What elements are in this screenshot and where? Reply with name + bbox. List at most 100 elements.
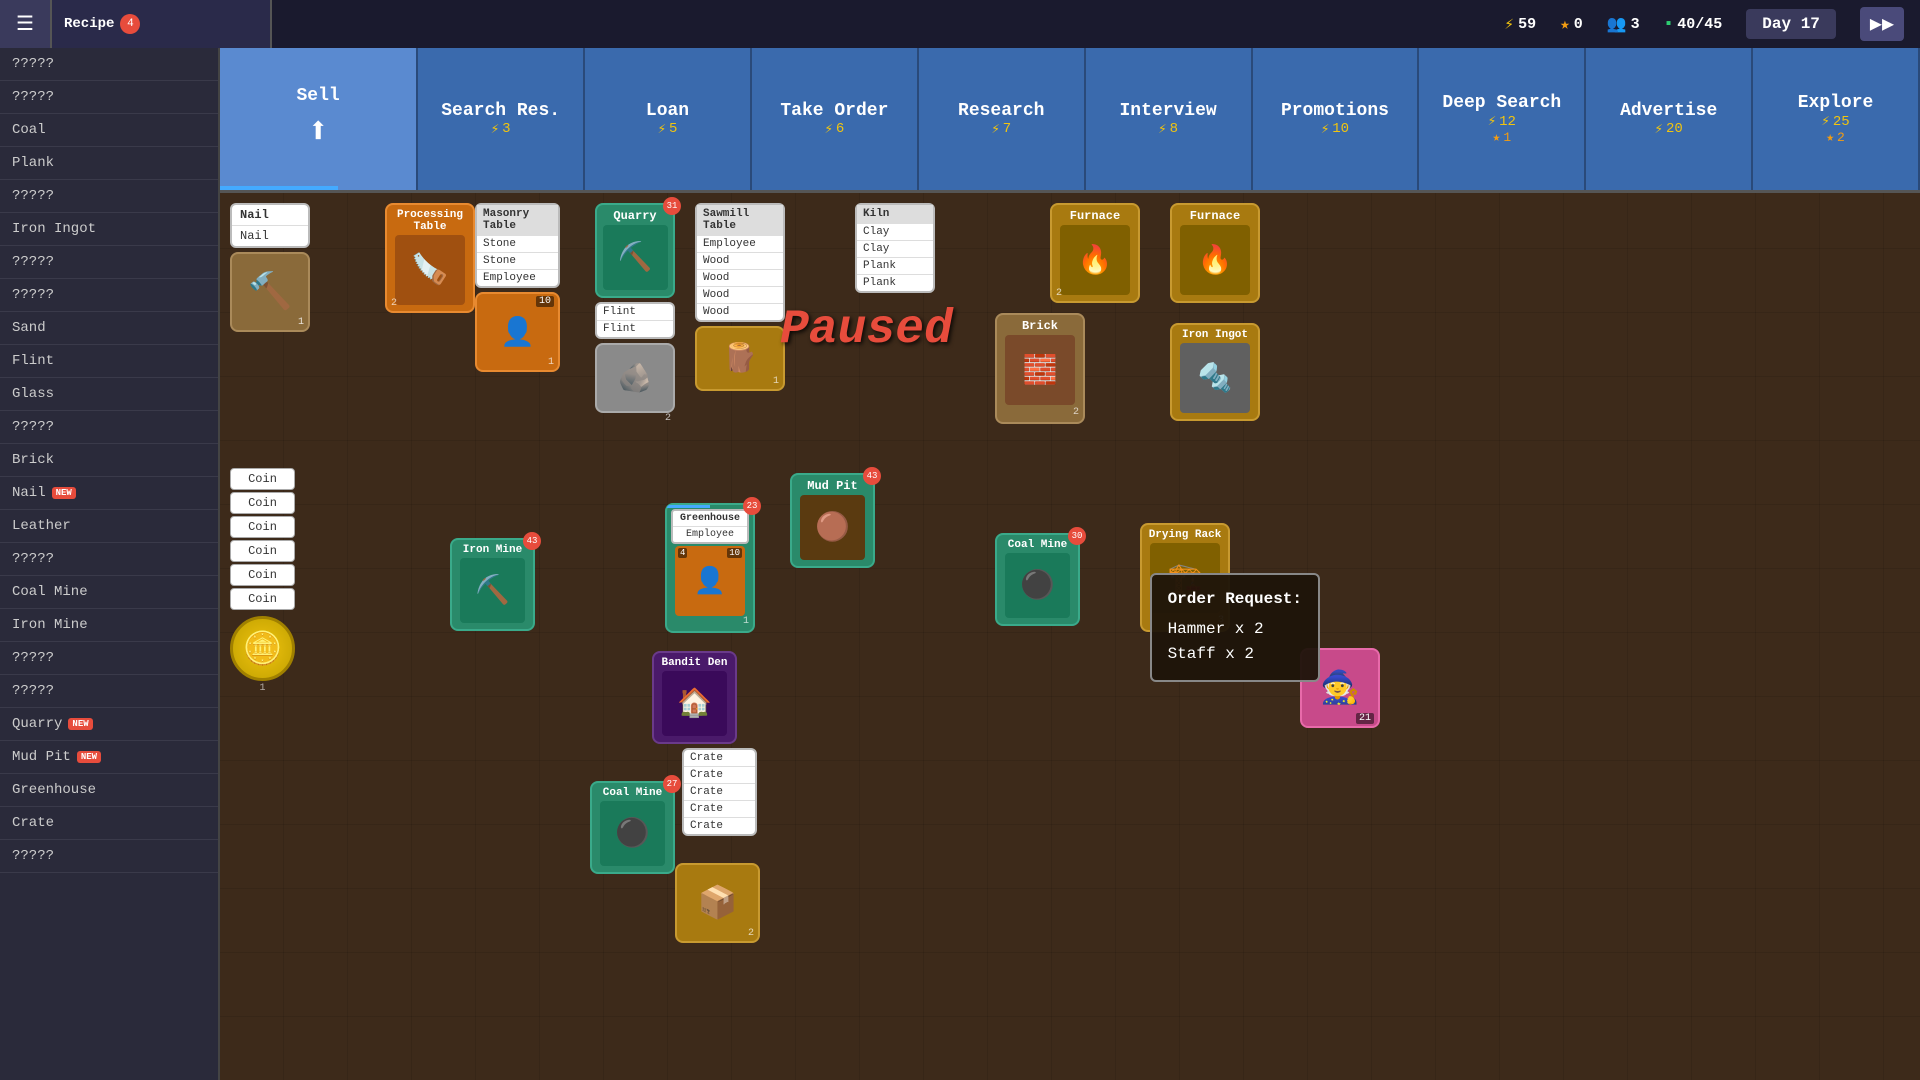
iron-ingot-label: Iron Ingot — [1176, 329, 1254, 341]
iron-ingot-card[interactable]: Iron Ingot 🔩 — [1170, 323, 1260, 421]
tab-deep-search[interactable]: Deep Search ⚡12 ★1 — [1419, 48, 1586, 190]
coin-item-1: Coin — [230, 468, 295, 490]
sidebar-item-8[interactable]: Sand — [0, 312, 218, 345]
tab-research-cost: ⚡7 — [991, 121, 1011, 138]
order-item-1: Hammer x 2 — [1168, 617, 1302, 643]
sidebar-item-21[interactable]: Mud PitNEW — [0, 741, 218, 774]
tab-interview-label: Interview — [1119, 101, 1216, 121]
hp-icon: ▪ — [1664, 15, 1674, 33]
mud-pit-card[interactable]: Mud Pit 🟤 43 — [790, 473, 875, 568]
furnace1-label: Furnace — [1056, 209, 1134, 223]
sidebar-item-1[interactable]: ????? — [0, 81, 218, 114]
coal-mine2-card[interactable]: Coal Mine ⚫ 27 — [590, 781, 675, 874]
sidebar-item-7[interactable]: ????? — [0, 279, 218, 312]
tab-deep-search-star: ★1 — [1493, 130, 1512, 145]
tab-loan-cost: ⚡5 — [658, 121, 678, 138]
tab-research-label: Research — [958, 101, 1044, 121]
wood-crate-card[interactable]: 📦 2 — [675, 863, 760, 943]
bandit-den-card[interactable]: Bandit Den 🏠 — [652, 651, 737, 744]
sidebar-item-9[interactable]: Flint — [0, 345, 218, 378]
recipe-panel: Recipe 4 — [52, 0, 272, 48]
crate-list-card[interactable]: Crate Crate Crate Crate Crate — [682, 748, 757, 836]
sidebar-item-16[interactable]: Coal Mine — [0, 576, 218, 609]
lightning-value: 59 — [1518, 16, 1536, 33]
sidebar-item-15[interactable]: ????? — [0, 543, 218, 576]
tab-promotions[interactable]: Promotions ⚡10 — [1253, 48, 1420, 190]
recipe-label: Recipe — [64, 16, 114, 32]
sidebar-item-12[interactable]: Brick — [0, 444, 218, 477]
sidebar-item-20[interactable]: QuarryNEW — [0, 708, 218, 741]
tab-take-order[interactable]: Take Order ⚡6 — [752, 48, 919, 190]
day-display: Day 17 — [1746, 9, 1836, 39]
coin-item-2: Coin — [230, 492, 295, 514]
coin-item-4: Coin — [230, 540, 295, 562]
tab-explore-cost: ⚡25 — [1821, 113, 1849, 130]
kiln-card[interactable]: Kiln Clay Clay Plank Plank — [855, 203, 935, 293]
tab-research[interactable]: Research ⚡7 — [919, 48, 1086, 190]
topbar: ☰ Recipe 4 ⚡ 59 ★ 0 👥 3 ▪ 40/45 Day 17 ▶… — [0, 0, 1920, 48]
star-value: 0 — [1574, 16, 1583, 33]
nail-card[interactable]: Nail Nail 🔨 1 — [230, 203, 310, 332]
tab-loan[interactable]: Loan ⚡5 — [585, 48, 752, 190]
coin-stack[interactable]: Coin Coin Coin Coin Coin Coin 🪙 1 — [230, 468, 295, 694]
game-area: Paused Nail Nail 🔨 1 ProcessingTable 🪚 2… — [220, 193, 1920, 1080]
sidebar-item-3[interactable]: Plank — [0, 147, 218, 180]
iron-mine-label: Iron Mine — [456, 544, 529, 556]
sidebar-item-6[interactable]: ????? — [0, 246, 218, 279]
tab-advertise[interactable]: Advertise ⚡20 — [1586, 48, 1753, 190]
tab-interview-cost: ⚡8 — [1158, 121, 1178, 138]
tab-loan-label: Loan — [646, 101, 689, 121]
processing-table-label: ProcessingTable — [391, 209, 469, 233]
nail-label: Nail — [232, 205, 308, 226]
sidebar-item-2[interactable]: Coal — [0, 114, 218, 147]
sidebar-item-5[interactable]: Iron Ingot — [0, 213, 218, 246]
skip-button[interactable]: ▶▶ — [1860, 7, 1904, 41]
sidebar-item-18[interactable]: ????? — [0, 642, 218, 675]
tab-deep-search-label: Deep Search — [1442, 93, 1561, 113]
tab-interview[interactable]: Interview ⚡8 — [1086, 48, 1253, 190]
processing-table-card[interactable]: ProcessingTable 🪚 2 — [385, 203, 475, 313]
masonry-table-card[interactable]: Masonry Table Stone Stone Employee 👤 10 … — [475, 203, 560, 372]
order-request-title: Order Request: — [1168, 587, 1302, 613]
tab-promotions-cost: ⚡10 — [1321, 121, 1349, 138]
sidebar-item-24[interactable]: ????? — [0, 840, 218, 873]
tab-sell-label: Sell — [297, 86, 340, 106]
furnace1-card[interactable]: Furnace 🔥 2 — [1050, 203, 1140, 303]
coal-mine2-label: Coal Mine — [596, 787, 669, 799]
tab-search-res[interactable]: Search Res. ⚡3 — [418, 48, 585, 190]
order-item-2: Staff x 2 — [1168, 642, 1302, 668]
star-stat: ★ 0 — [1560, 14, 1583, 34]
worker-icon: 👥 — [1607, 14, 1627, 34]
greenhouse-card[interactable]: Greenhouse Employee 👤 4 10 1 23 — [665, 503, 755, 633]
iron-mine-card[interactable]: Iron Mine ⛏️ 43 — [450, 538, 535, 631]
order-request-tooltip: Order Request: Hammer x 2 Staff x 2 — [1150, 573, 1320, 682]
brick-card[interactable]: Brick 🧱 2 — [995, 313, 1085, 424]
sidebar-item-14[interactable]: Leather — [0, 510, 218, 543]
tab-promotions-label: Promotions — [1281, 101, 1389, 121]
recipe-badge: 4 — [120, 14, 140, 34]
sidebar-item-19[interactable]: ????? — [0, 675, 218, 708]
tab-sell[interactable]: Sell ⬆ — [220, 48, 418, 190]
tab-search-res-cost: ⚡3 — [491, 121, 511, 138]
sidebar-item-22[interactable]: Greenhouse — [0, 774, 218, 807]
sidebar-item-0[interactable]: ????? — [0, 48, 218, 81]
sidebar-item-17[interactable]: Iron Mine — [0, 609, 218, 642]
sidebar-item-4[interactable]: ????? — [0, 180, 218, 213]
sidebar-item-10[interactable]: Glass — [0, 378, 218, 411]
worker-stat: 👥 3 — [1607, 14, 1640, 34]
sidebar-item-23[interactable]: Crate — [0, 807, 218, 840]
menu-button[interactable]: ☰ — [0, 0, 52, 48]
furnace2-label: Furnace — [1176, 209, 1254, 223]
furnace2-card[interactable]: Furnace 🔥 — [1170, 203, 1260, 303]
quarry-label: Quarry — [601, 209, 669, 223]
coal-mine1-label: Coal Mine — [1001, 539, 1074, 551]
quarry-card[interactable]: Quarry ⛏️ 31 Flint Flint 🪨 2 — [595, 203, 675, 424]
sidebar-item-11[interactable]: ????? — [0, 411, 218, 444]
sawmill-table-card[interactable]: Sawmill Table Employee Wood Wood Wood Wo… — [695, 203, 785, 391]
coal-mine1-card[interactable]: Coal Mine ⚫ 30 — [995, 533, 1080, 626]
tab-deep-search-cost: ⚡12 — [1488, 113, 1516, 130]
sidebar-item-13[interactable]: NailNEW — [0, 477, 218, 510]
sidebar: ??????????CoalPlank?????Iron Ingot??????… — [0, 48, 220, 1080]
tab-explore[interactable]: Explore ⚡25 ★2 — [1753, 48, 1920, 190]
coin-item-3: Coin — [230, 516, 295, 538]
